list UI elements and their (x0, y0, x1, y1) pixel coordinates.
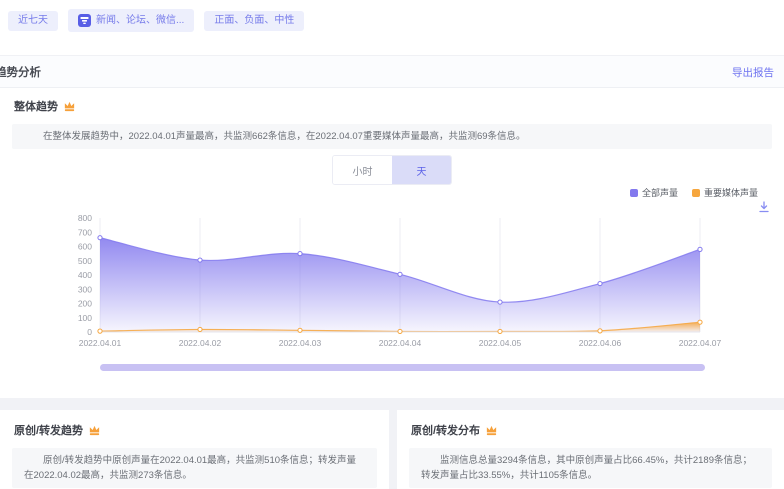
svg-text:0: 0 (87, 327, 92, 337)
overall-trend-title: 整体趋势 (14, 98, 58, 114)
legend-dot-important (692, 189, 700, 197)
svg-text:2022.04.03: 2022.04.03 (279, 338, 322, 348)
page-title: 趋势分析 (0, 64, 41, 80)
chart-legend: 全部声量 重要媒体声量 (630, 186, 758, 199)
svg-text:600: 600 (78, 242, 92, 252)
filter-time-range-label: 近七天 (18, 16, 48, 26)
svg-text:100: 100 (78, 313, 92, 323)
svg-text:800: 800 (78, 213, 92, 223)
section-header: 趋势分析 导出报告 (0, 55, 784, 88)
svg-text:400: 400 (78, 270, 92, 280)
legend-label-important: 重要媒体声量 (704, 186, 758, 199)
granularity-toggle: 小时 天 (332, 155, 452, 185)
filter-chip-sentiments[interactable]: 正面、负面、中性 (204, 11, 304, 31)
filter-chip-sources[interactable]: 新闻、论坛、微信... (68, 9, 194, 32)
datazoom-slider[interactable] (100, 364, 705, 371)
overall-trend-title-row: 整体趋势 (14, 98, 76, 114)
origin-repost-trend-title-row: 原创/转发趋势 (14, 422, 101, 438)
filter-bar: 近七天 新闻、论坛、微信... 正面、负面、中性 (8, 9, 304, 32)
filter-sources-label: 新闻、论坛、微信... (96, 16, 184, 26)
source-filter-icon (78, 14, 91, 27)
svg-text:700: 700 (78, 227, 92, 237)
origin-repost-trend-title: 原创/转发趋势 (14, 422, 83, 438)
origin-repost-trend-summary: 原创/转发趋势中原创声量在2022.04.01最高，共监测510条信息；转发声量… (12, 448, 377, 488)
crown-icon (63, 100, 76, 113)
export-report-button[interactable]: 导出报告 (732, 65, 774, 80)
svg-text:2022.04.05: 2022.04.05 (479, 338, 522, 348)
filter-chip-time-range[interactable]: 近七天 (8, 11, 58, 31)
page: 近七天 新闻、论坛、微信... 正面、负面、中性 趋势分析 导出报告 整体趋势 … (0, 0, 784, 489)
legend-item-total[interactable]: 全部声量 (630, 186, 678, 199)
legend-label-total: 全部声量 (642, 186, 678, 199)
svg-text:200: 200 (78, 299, 92, 309)
legend-dot-total (630, 189, 638, 197)
svg-text:2022.04.07: 2022.04.07 (679, 338, 722, 348)
origin-repost-dist-title: 原创/转发分布 (411, 422, 480, 438)
svg-text:2022.04.02: 2022.04.02 (179, 338, 222, 348)
trend-area-chart: 0 100 200 300 400 500 600 700 800 2022.04.01 2022.… (0, 206, 784, 358)
origin-repost-trend-card: 原创/转发趋势 原创/转发趋势中原创声量在2022.04.01最高，共监测510… (0, 410, 389, 489)
overall-trend-card: 整体趋势 在整体发展趋势中，2022.04.01声量最高，共监测662条信息，在… (0, 88, 784, 398)
svg-text:2022.04.04: 2022.04.04 (379, 338, 422, 348)
filter-sentiments-label: 正面、负面、中性 (214, 16, 294, 26)
svg-text:2022.04.01: 2022.04.01 (79, 338, 122, 348)
toggle-day-button[interactable]: 天 (392, 156, 451, 184)
crown-icon (88, 424, 101, 437)
toggle-hour-button[interactable]: 小时 (333, 156, 392, 184)
origin-repost-dist-title-row: 原创/转发分布 (411, 422, 498, 438)
origin-repost-dist-summary: 监测信息总量3294条信息，其中原创声量占比66.45%，共计2189条信息；转… (409, 448, 772, 488)
svg-text:300: 300 (78, 284, 92, 294)
legend-item-important[interactable]: 重要媒体声量 (692, 186, 758, 199)
crown-icon (485, 424, 498, 437)
overall-trend-summary: 在整体发展趋势中，2022.04.01声量最高，共监测662条信息，在2022.… (12, 124, 772, 149)
origin-repost-dist-card: 原创/转发分布 监测信息总量3294条信息，其中原创声量占比66.45%，共计2… (397, 410, 784, 489)
svg-text:2022.04.06: 2022.04.06 (579, 338, 622, 348)
svg-text:500: 500 (78, 256, 92, 266)
